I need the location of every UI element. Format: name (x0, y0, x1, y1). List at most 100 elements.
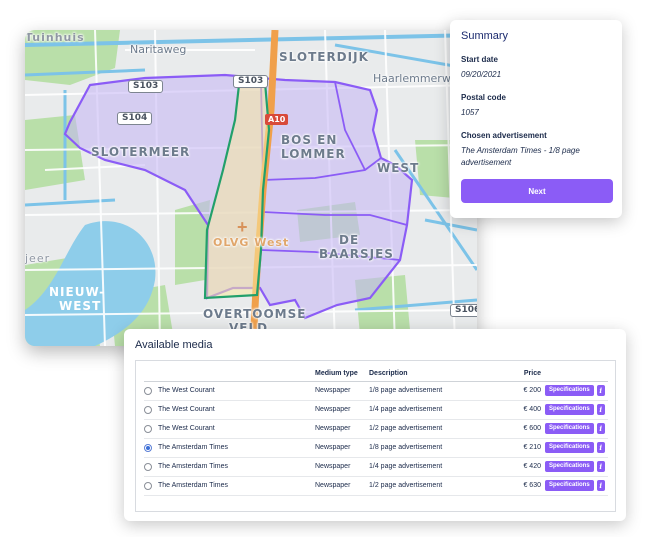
media-description: 1/8 page advertisement (369, 438, 509, 458)
map-label-lommer: LOMMER (281, 147, 346, 161)
info-icon[interactable]: i (596, 442, 605, 453)
road-shield-s103: S103 (128, 80, 164, 93)
specifications-button[interactable]: Specifications (545, 461, 594, 472)
select-radio[interactable] (144, 481, 152, 490)
media-table: Medium type Description Price The West C… (144, 367, 608, 496)
map-label-baarsjes: BAARSJES (319, 247, 394, 261)
media-price: € 400 (509, 400, 545, 420)
medium-type: Newspaper (315, 381, 369, 401)
table-row[interactable]: The Amsterdam Times Newspaper 1/4 page adv… (144, 457, 608, 477)
media-table-container: Medium type Description Price The West C… (135, 360, 616, 512)
header-price: Price (509, 367, 545, 382)
map-label-nieuw: NIEUW- (49, 285, 106, 299)
header-description: Description (369, 367, 509, 382)
media-name: The West Courant (158, 419, 315, 439)
postal-code-label: Postal code (461, 93, 506, 102)
table-header-row: Medium type Description Price (144, 367, 608, 382)
media-name: The West Courant (158, 381, 315, 401)
map-label-overtoomse: OVERTOOMSE (203, 307, 307, 321)
table-row[interactable]: The West Courant Newspaper 1/8 page advert… (144, 381, 608, 401)
actions-cell: Specifications i (545, 457, 608, 477)
medium-type: Newspaper (315, 400, 369, 420)
info-icon[interactable]: i (596, 404, 605, 415)
medium-type: Newspaper (315, 438, 369, 458)
specifications-button[interactable]: Specifications (545, 404, 594, 415)
specifications-button[interactable]: Specifications (545, 480, 594, 491)
map-label-olvg-west: OLVG West (213, 236, 290, 249)
map-view[interactable]: Tuinhuis Naritaweg SLOTERDIJK Haarlemmer… (25, 30, 477, 346)
media-description: 1/4 page advertisement (369, 400, 509, 420)
next-button[interactable]: Next (461, 179, 613, 203)
info-icon[interactable]: i (596, 461, 605, 472)
medium-type: Newspaper (315, 457, 369, 477)
media-name: The Amsterdam Times (158, 476, 315, 496)
road-shield-s106: S106 (450, 304, 477, 317)
map-label-jeer: jeer (25, 252, 51, 265)
select-radio[interactable] (144, 405, 152, 414)
road-shield-s104: S104 (117, 112, 153, 125)
info-icon[interactable]: i (596, 385, 605, 396)
radio-cell[interactable] (144, 419, 158, 439)
map-label-sloterdijk: SLOTERDIJK (279, 50, 369, 64)
specifications-button[interactable]: Specifications (545, 423, 594, 434)
actions-cell: Specifications i (545, 476, 608, 496)
media-description: 1/8 page advertisement (369, 381, 509, 401)
actions-cell: Specifications i (545, 381, 608, 401)
highway-shield-a10: A10 (265, 114, 289, 125)
select-radio[interactable] (144, 386, 152, 395)
table-row[interactable]: The West Courant Newspaper 1/2 page advert… (144, 419, 608, 439)
media-price: € 420 (509, 457, 545, 477)
map-label-tuinhuis: Tuinhuis (25, 31, 85, 44)
actions-cell: Specifications i (545, 400, 608, 420)
select-radio[interactable] (144, 443, 152, 452)
media-price: € 600 (509, 419, 545, 439)
postal-code-value: 1057 (461, 108, 479, 117)
actions-cell: Specifications i (545, 438, 608, 458)
map-label-slotermeer: SLOTERMEER (91, 145, 191, 159)
specifications-button[interactable]: Specifications (545, 442, 594, 453)
medium-type: Newspaper (315, 419, 369, 439)
available-media-panel: Available media Medium type Description … (124, 329, 626, 521)
select-radio[interactable] (144, 424, 152, 433)
radio-cell[interactable] (144, 457, 158, 477)
header-name (158, 367, 315, 382)
media-name: The Amsterdam Times (158, 438, 315, 458)
radio-cell[interactable] (144, 381, 158, 401)
header-medium-type: Medium type (315, 367, 369, 382)
available-media-title: Available media (135, 339, 213, 351)
media-description: 1/2 page advertisement (369, 476, 509, 496)
road-shield-s103: S103 (233, 75, 269, 88)
media-name: The West Courant (158, 400, 315, 420)
actions-cell: Specifications i (545, 419, 608, 439)
map-label-nieuw-west: WEST (59, 299, 102, 313)
media-price: € 200 (509, 381, 545, 401)
table-row[interactable]: The West Courant Newspaper 1/4 page advert… (144, 400, 608, 420)
summary-title: Summary (461, 30, 509, 42)
header-select (144, 367, 158, 382)
radio-cell[interactable] (144, 476, 158, 496)
table-row[interactable]: The Amsterdam Times Newspaper 1/2 page adv… (144, 476, 608, 496)
radio-cell[interactable] (144, 400, 158, 420)
map-label-bos-en: BOS EN (281, 133, 338, 147)
media-price: € 210 (509, 438, 545, 458)
info-icon[interactable]: i (596, 423, 605, 434)
radio-cell[interactable] (144, 438, 158, 458)
select-radio[interactable] (144, 462, 152, 471)
hospital-marker-icon[interactable]: + (237, 218, 248, 236)
map-label-de: DE (339, 233, 360, 247)
media-description: 1/2 page advertisement (369, 419, 509, 439)
summary-panel: Summary Start date 09/20/2021 Postal cod… (450, 20, 622, 218)
info-icon[interactable]: i (596, 480, 605, 491)
medium-type: Newspaper (315, 476, 369, 496)
header-actions (545, 367, 608, 382)
media-name: The Amsterdam Times (158, 457, 315, 477)
map-label-west: WEST (377, 161, 420, 175)
media-description: 1/4 page advertisement (369, 457, 509, 477)
media-price: € 630 (509, 476, 545, 496)
chosen-advertisement-value: The Amsterdam Times - 1/8 page advertise… (461, 146, 580, 167)
start-date-label: Start date (461, 55, 498, 64)
map-label-naritaweg: Naritaweg (130, 43, 187, 56)
table-row[interactable]: The Amsterdam Times Newspaper 1/8 page adv… (144, 438, 608, 458)
start-date-value: 09/20/2021 (461, 70, 502, 79)
specifications-button[interactable]: Specifications (545, 385, 594, 396)
